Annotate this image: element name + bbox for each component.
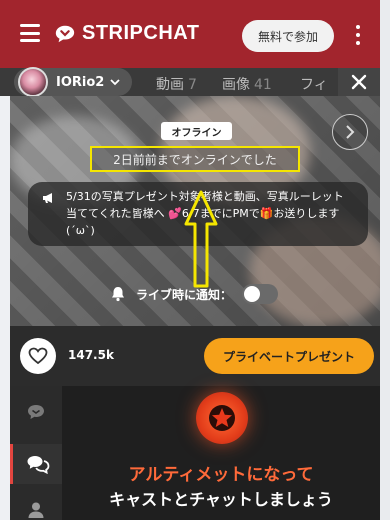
private-present-button[interactable]: プライベートプレゼント [204,338,374,374]
model-name: IORio2 [56,74,105,90]
promo-subtitle: キャストとチャットしましょう [109,490,333,509]
side-rail [10,386,62,520]
notify-toggle[interactable] [242,284,279,304]
logo-icon [55,25,75,42]
megaphone-icon [43,193,52,203]
action-bar: 147.5k プライベートプレゼント [10,326,380,386]
more-options-icon[interactable] [355,25,361,45]
up-arrow-annotation [184,190,218,288]
model-selector[interactable]: IORio2 [14,67,132,97]
tab-videos[interactable]: 動画 7 [156,74,197,94]
brand-logo[interactable]: STRIPCHAT [54,22,199,45]
brand-name: STRIPCHAT [82,22,200,44]
ultimate-promo: アルティメットになって キャストとチャットしましょう [62,386,380,520]
close-button[interactable] [338,68,380,96]
chevron-down-icon [110,79,120,86]
chat-bubble-icon [28,405,44,419]
top-navbar: STRIPCHAT 無料で参加 [0,0,380,68]
rail-item-messages[interactable] [10,444,62,484]
heart-icon [28,347,48,365]
chevron-right-icon [346,125,355,139]
rail-item-chat[interactable] [10,392,62,432]
model-tab-bar: IORio2 動画 7 画像 41 フィ [0,67,380,97]
tab-videos-count: 7 [188,77,197,93]
tab-photos-label: 画像 [222,77,250,93]
tab-feed[interactable]: フィ [300,74,328,94]
join-free-button[interactable]: 無料で参加 [242,20,334,52]
favorite-button[interactable] [20,338,56,374]
ultimate-badge [196,392,248,444]
likes-count: 147.5k [68,348,114,362]
tab-photos[interactable]: 画像 41 [222,74,272,94]
user-icon [28,502,44,518]
chat-bubbles-icon [27,456,49,474]
page-edge [380,0,390,520]
tab-feed-label: フィ [300,77,328,93]
status-badge: オフライン [161,122,232,140]
close-icon [351,74,367,90]
tab-videos-label: 動画 [156,77,184,93]
notify-label: ライブ時に通知： [136,287,233,302]
app-root: STRIPCHAT 無料で参加 IORio2 動画 7 画像 41 フィ オフライン… [0,0,390,520]
tab-photos-count: 41 [254,77,272,93]
bell-icon [112,287,124,302]
promo-title: アルティメットになって [128,465,314,485]
star-icon [209,405,235,431]
avatar [18,67,48,97]
rail-item-users[interactable] [10,490,62,520]
last-online-text: 2日前前までオンラインでした [90,146,300,172]
menu-icon[interactable] [20,24,40,42]
live-notify-row: ライブ時に通知： [110,282,279,306]
next-model-button[interactable] [332,114,368,150]
